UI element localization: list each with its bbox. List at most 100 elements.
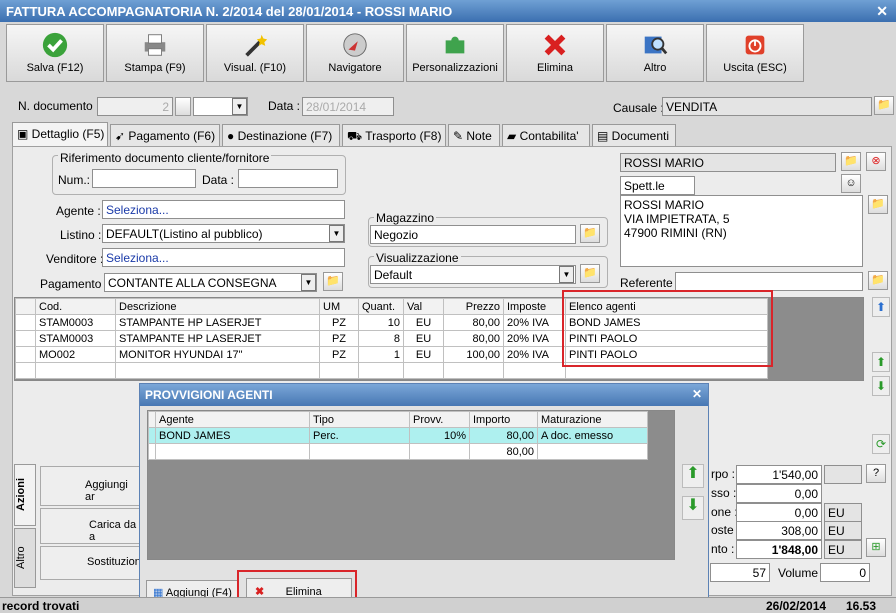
- column-header[interactable]: Cod.: [35, 298, 116, 315]
- printer-icon: [144, 34, 166, 56]
- totals-label: sso :: [711, 486, 737, 500]
- puzzle-icon: [445, 36, 465, 54]
- pagamento-label: Pagamento :: [40, 277, 109, 291]
- load-from-button[interactable]: Carica da a: [40, 508, 140, 544]
- tab-trasporto[interactable]: ⛟ Trasporto (F8): [342, 124, 446, 146]
- close-icon[interactable]: ✕: [692, 387, 702, 401]
- client-name-field[interactable]: ROSSI MARIO: [620, 153, 836, 172]
- totals-label: nto :: [711, 542, 735, 556]
- causale-label: Causale :: [613, 101, 664, 115]
- ref-num-label: Num.:: [58, 173, 91, 187]
- customize-button[interactable]: Personalizzazioni: [406, 24, 504, 82]
- delete-button[interactable]: Elimina: [506, 24, 604, 82]
- tab-dettaglio[interactable]: ▣ Dettaglio (F5): [12, 122, 108, 146]
- tab-documenti[interactable]: ▤ Documenti: [592, 124, 676, 146]
- folder-icon[interactable]: 📁: [580, 264, 600, 283]
- compass-icon: [343, 33, 367, 57]
- tab-note[interactable]: ✎ Note: [448, 124, 500, 146]
- document-number-label: N. documento :: [18, 99, 100, 113]
- volume-field[interactable]: 0: [820, 563, 870, 582]
- close-icon[interactable]: ✕: [876, 3, 888, 20]
- print-button[interactable]: Stampa (F9): [106, 24, 204, 82]
- chevron-down-icon[interactable]: ▼: [559, 266, 574, 283]
- volume-label: Volume :: [778, 566, 825, 580]
- folder-icon[interactable]: 📁: [868, 195, 888, 214]
- column-header[interactable]: Quant.: [358, 298, 404, 315]
- window-title: FATTURA ACCOMPAGNATORIA N. 2/2014 del 28…: [0, 0, 896, 22]
- table-row[interactable]: BOND JAMES Perc. 10% 80,00 A doc. emesso: [148, 427, 648, 444]
- commission-grid: Agente Tipo Provv. Importo Maturazione B…: [147, 410, 675, 560]
- column-header[interactable]: Imposte: [503, 298, 566, 315]
- arrow-down-icon[interactable]: ⬇: [872, 376, 890, 396]
- folder-icon[interactable]: 📁: [580, 224, 600, 243]
- totals-unit: [824, 465, 862, 484]
- listino-select[interactable]: DEFAULT(Listino al pubblico): [102, 224, 345, 243]
- chevron-down-icon[interactable]: ▼: [301, 274, 316, 291]
- save-button[interactable]: Salva (F12): [6, 24, 104, 82]
- column-header[interactable]: Prezzo: [443, 298, 504, 315]
- arrow-up-blue-icon[interactable]: ⬆: [872, 297, 890, 317]
- status-record-count: record trovati: [2, 599, 80, 613]
- magnifier-icon: [644, 36, 668, 55]
- arrow-down-icon[interactable]: ⬇: [682, 496, 704, 520]
- tab-pagamento[interactable]: ➹ Pagamento (F6): [110, 124, 220, 146]
- folder-icon[interactable]: 📁: [841, 152, 861, 171]
- magazzino-field[interactable]: Negozio: [370, 225, 576, 244]
- add-article-button[interactable]: Aggiungi ar: [40, 466, 140, 506]
- ref-date-field[interactable]: [238, 169, 338, 188]
- column-header[interactable]: Provv.: [409, 411, 470, 428]
- delete-x-icon: [544, 34, 566, 56]
- navigator-button[interactable]: Navigatore: [306, 24, 404, 82]
- referente-field[interactable]: [675, 272, 863, 291]
- agente-field[interactable]: Seleziona...: [102, 200, 345, 219]
- header-row: Agente Tipo Provv. Importo Maturazione: [148, 411, 648, 428]
- column-header[interactable]: Tipo: [309, 411, 410, 428]
- column-header[interactable]: Maturazione: [537, 411, 648, 428]
- colli-field[interactable]: 57: [710, 563, 770, 582]
- title-field[interactable]: Spett.le: [620, 176, 695, 195]
- total-row: 80,00: [148, 443, 648, 460]
- document-number-spin[interactable]: [175, 97, 191, 116]
- folder-icon[interactable]: 📁: [868, 271, 888, 290]
- view-button[interactable]: Visual. (F10): [206, 24, 304, 82]
- arrow-up-icon[interactable]: ⬆: [872, 352, 890, 372]
- reference-legend: Riferimento documento cliente/fornitore: [58, 151, 272, 165]
- address-line: VIA IMPIETRATA, 5: [624, 212, 730, 226]
- tab-altro[interactable]: Altro: [14, 528, 36, 588]
- date-field[interactable]: 28/01/2014: [302, 97, 394, 116]
- refresh-icon[interactable]: ⟳: [872, 434, 890, 454]
- agente-label: Agente :: [56, 204, 101, 218]
- calculator-icon[interactable]: ⊞: [866, 538, 886, 557]
- venditore-label: Venditore :: [46, 252, 104, 266]
- document-number-field[interactable]: 2: [97, 97, 173, 116]
- folder-icon[interactable]: 📁: [323, 272, 343, 291]
- help-button[interactable]: ?: [866, 464, 886, 483]
- tab-contabilita[interactable]: ▰ Contabilita': [502, 124, 590, 146]
- visualizzazione-select[interactable]: Default: [370, 265, 576, 284]
- magazzino-legend: Magazzino: [374, 211, 437, 225]
- tab-destinazione[interactable]: ● Destinazione (F7): [222, 124, 340, 146]
- arrow-up-icon[interactable]: ⬆: [682, 464, 704, 488]
- causale-field[interactable]: VENDITA: [662, 97, 872, 116]
- folder-icon[interactable]: 📁: [874, 96, 894, 115]
- person-icon[interactable]: ☺: [841, 174, 861, 193]
- client-address-field[interactable]: ROSSI MARIO VIA IMPIETRATA, 5 47900 RIMI…: [620, 195, 863, 267]
- ref-date-label: Data :: [202, 173, 235, 187]
- column-header[interactable]: Importo: [469, 411, 538, 428]
- exit-button[interactable]: Uscita (ESC): [706, 24, 804, 82]
- tab-azioni[interactable]: Azioni: [14, 464, 36, 526]
- column-header[interactable]: UM: [319, 298, 359, 315]
- column-header[interactable]: Agente: [155, 411, 310, 428]
- date-label: Data :: [268, 99, 301, 113]
- more-button[interactable]: Altro: [606, 24, 704, 82]
- ref-num-field[interactable]: [92, 169, 196, 188]
- chevron-down-icon[interactable]: ▼: [232, 98, 247, 115]
- column-header[interactable]: Val: [403, 298, 444, 315]
- pagamento-select[interactable]: CONTANTE ALLA CONSEGNA: [104, 273, 317, 292]
- column-header[interactable]: Descrizione: [115, 298, 320, 315]
- substitution-button[interactable]: Sostituzion: [40, 546, 141, 580]
- chevron-down-icon[interactable]: ▼: [329, 225, 344, 242]
- venditore-field[interactable]: Seleziona...: [102, 248, 345, 267]
- power-icon: [745, 35, 765, 55]
- remove-client-icon[interactable]: ⊗: [866, 152, 886, 171]
